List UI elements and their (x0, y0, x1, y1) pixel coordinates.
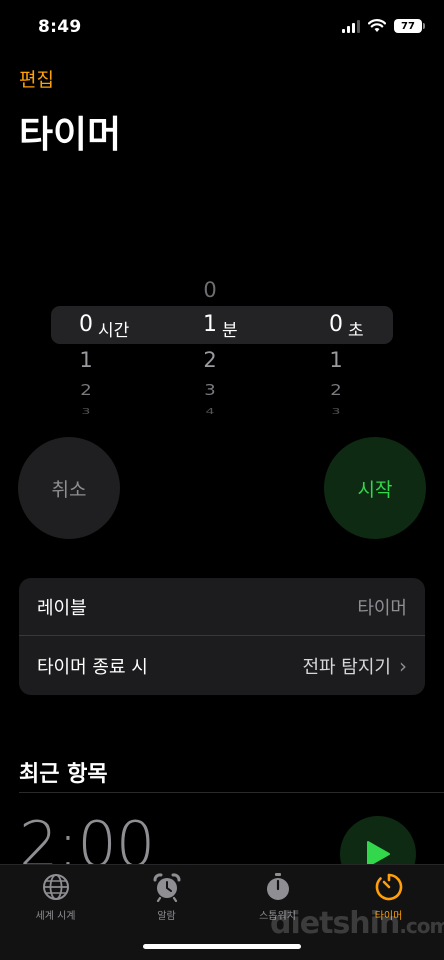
edit-button[interactable]: 편집 (19, 65, 54, 92)
label-row-title: 레이블 (37, 597, 87, 619)
recents-section-title: 최근 항목 (19, 762, 108, 787)
hours-next-value: 2 (80, 381, 92, 400)
status-time: 8:49 (38, 17, 82, 37)
hours-next-value: 3 (81, 407, 91, 417)
battery-icon: 77 (394, 19, 425, 33)
watermark-suffix: .com (399, 914, 444, 938)
home-indicator[interactable] (143, 944, 301, 949)
minutes-next-value: 2 (203, 348, 217, 372)
start-button-label: 시작 (357, 478, 393, 501)
when-timer-ends-title: 타이머 종료 시 (37, 656, 148, 678)
minutes-prev-value: 0 (203, 278, 217, 302)
timer-settings-card: 레이블 타이머 타이머 종료 시 전파 탐지기 › (19, 578, 425, 695)
hours-wheel[interactable]: 0 1 2 3 (46, 272, 126, 432)
status-bar: 8:49 77 (0, 0, 444, 56)
seconds-next-value: 2 (330, 381, 342, 400)
seconds-wheel[interactable]: 0 1 2 3 (296, 272, 376, 432)
start-button[interactable]: 시작 (324, 437, 426, 539)
tab-world-clock-label: 세계 시계 (35, 911, 76, 922)
watermark-text: dietshin (270, 906, 400, 941)
stopwatch-icon (266, 873, 289, 900)
divider (19, 792, 444, 793)
page-title: 타이머 (19, 113, 122, 156)
time-picker[interactable]: 0 1 2 3 시간 0 1 2 3 4 분 0 1 2 3 초 (0, 272, 444, 432)
watermark-logo: dietshin.com (270, 906, 444, 941)
timer-icon (375, 873, 402, 901)
cellular-signal-icon (342, 19, 360, 33)
seconds-unit-label: 초 (348, 321, 364, 341)
seconds-next-value: 1 (329, 348, 343, 372)
label-row[interactable]: 레이블 타이머 (19, 578, 425, 636)
minutes-next-value: 3 (204, 381, 216, 400)
hours-unit-label: 시간 (98, 321, 130, 341)
tab-alarm-label: 알람 (157, 911, 176, 922)
status-icons: 77 (342, 19, 425, 33)
when-timer-ends-value: 전파 탐지기 (302, 656, 391, 678)
tab-alarm[interactable]: 알람 (111, 871, 222, 922)
alarm-clock-icon (153, 873, 180, 902)
hours-next-value: 1 (79, 348, 93, 372)
when-timer-ends-row[interactable]: 타이머 종료 시 전파 탐지기 › (19, 636, 425, 695)
cancel-button[interactable]: 취소 (18, 437, 120, 539)
when-timer-ends-value-group: 전파 탐지기 › (302, 653, 407, 679)
minutes-selected-value: 1 (203, 312, 217, 337)
minutes-unit-label: 분 (222, 321, 238, 341)
seconds-selected-value: 0 (329, 312, 343, 337)
wifi-icon (368, 19, 386, 32)
seconds-next-value: 3 (331, 407, 341, 417)
tab-world-clock[interactable]: 세계 시계 (0, 871, 111, 922)
cancel-button-label: 취소 (51, 478, 87, 501)
globe-icon (42, 874, 69, 900)
minutes-wheel[interactable]: 0 1 2 3 4 (170, 272, 250, 432)
minutes-next-value: 4 (205, 407, 215, 417)
label-input[interactable]: 타이머 (357, 594, 407, 620)
chevron-right-icon: › (399, 653, 407, 678)
